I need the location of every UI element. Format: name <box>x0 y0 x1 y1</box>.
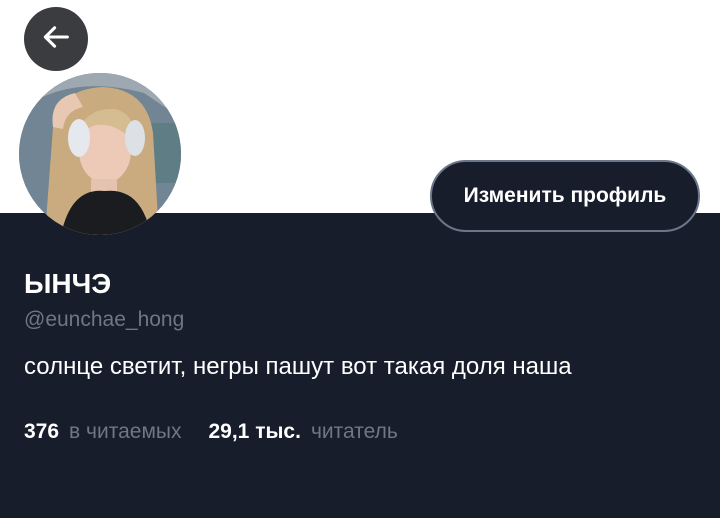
following-stat[interactable]: 376 в читаемых <box>24 420 181 444</box>
avatar[interactable] <box>19 73 181 235</box>
followers-label: читатель <box>310 420 398 443</box>
username-handle: @eunchae_hong <box>24 308 185 331</box>
profile-stats: 376 в читаемых 29,1 тыс. читатель <box>24 420 398 444</box>
display-name: ЫНЧЭ <box>24 268 112 299</box>
followers-count: 29,1 тыс. <box>208 420 301 443</box>
edit-profile-button[interactable]: Изменить профиль <box>430 160 700 232</box>
following-count: 376 <box>24 420 60 443</box>
followers-stat[interactable]: 29,1 тыс. читатель <box>208 420 397 444</box>
back-button[interactable] <box>24 7 88 71</box>
profile-bio: солнце светит, негры пашут вот такая дол… <box>24 353 572 380</box>
arrow-left-icon <box>39 20 73 59</box>
following-label: в читаемых <box>69 420 182 443</box>
